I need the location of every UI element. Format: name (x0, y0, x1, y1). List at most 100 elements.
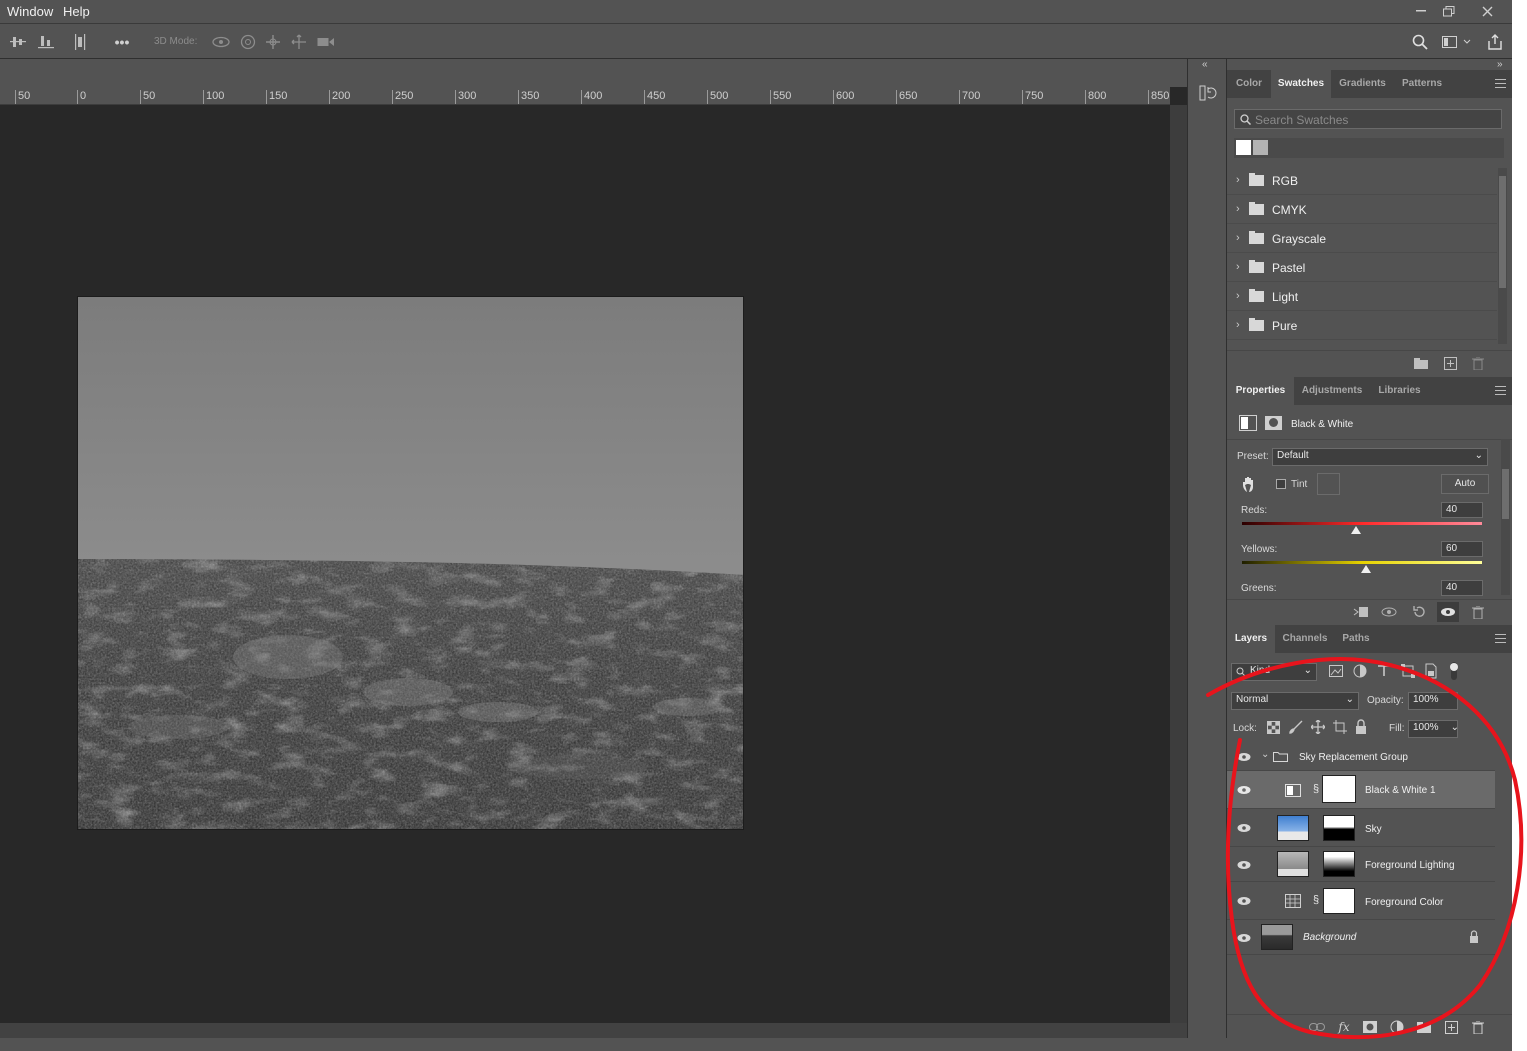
clip-to-layer-icon[interactable] (1353, 604, 1369, 620)
slider-value-field[interactable]: 60 (1441, 541, 1483, 557)
tab-paths[interactable]: Paths (1335, 625, 1377, 653)
visibility-eye-icon[interactable] (1237, 785, 1251, 795)
lock-all-icon[interactable] (1355, 719, 1367, 734)
tab-gradients[interactable]: Gradients (1331, 70, 1394, 98)
lock-image-pixels-icon[interactable] (1289, 720, 1303, 734)
align-bottom-edges-icon[interactable] (36, 32, 56, 52)
layers-panel-menu-icon[interactable] (1495, 634, 1506, 643)
camera-3d-icon[interactable] (316, 32, 336, 52)
more-options-button[interactable]: ••• (112, 32, 132, 52)
layer-row-selected[interactable]: § Black & White 1 (1227, 771, 1495, 809)
filter-pixel-icon[interactable] (1329, 665, 1343, 677)
new-group-icon[interactable] (1413, 355, 1429, 371)
layer-row[interactable]: Sky (1227, 809, 1495, 847)
layer-thumbnail-sky[interactable] (1277, 815, 1309, 841)
tab-adjustments[interactable]: Adjustments (1294, 377, 1370, 405)
chevron-down-icon[interactable]: ⌄ (1261, 749, 1269, 760)
canvas-image[interactable] (77, 296, 744, 830)
opacity-field[interactable]: 100% (1408, 692, 1458, 710)
tint-checkbox[interactable] (1276, 479, 1286, 489)
layer-row[interactable]: Foreground Lighting (1227, 847, 1495, 882)
tab-layers[interactable]: Layers (1227, 625, 1275, 653)
new-layer-icon[interactable] (1443, 1019, 1459, 1035)
expand-arrows-icon[interactable]: » (1497, 59, 1503, 70)
menu-window[interactable]: Window (7, 4, 53, 19)
swatches-scrollbar[interactable] (1498, 168, 1507, 344)
visibility-eye-icon[interactable] (1237, 752, 1251, 762)
tab-color[interactable]: Color (1227, 70, 1271, 98)
link-layers-icon[interactable] (1309, 1019, 1325, 1035)
tint-color-swatch[interactable] (1317, 473, 1340, 495)
slider-value-field[interactable]: 40 (1441, 502, 1483, 518)
visibility-eye-icon[interactable] (1237, 933, 1251, 943)
tab-properties[interactable]: Properties (1227, 377, 1294, 405)
swatches-search-input[interactable]: Search Swatches (1234, 109, 1502, 129)
tab-channels[interactable]: Channels (1275, 625, 1335, 653)
workspace-switcher-icon[interactable] (1440, 32, 1474, 52)
link-icon[interactable]: § (1313, 783, 1319, 795)
filter-smart-object-icon[interactable] (1425, 663, 1439, 679)
slider-track[interactable] (1242, 561, 1482, 564)
lock-transparent-pixels-icon[interactable] (1267, 721, 1280, 734)
delete-layer-icon[interactable] (1470, 1019, 1486, 1035)
collapse-arrows-icon[interactable]: « (1202, 59, 1208, 70)
mask-icon[interactable] (1265, 416, 1282, 430)
filter-shape-icon[interactable] (1401, 664, 1415, 678)
filter-adjustment-icon[interactable] (1353, 664, 1367, 678)
layer-mask-thumbnail[interactable] (1323, 888, 1355, 914)
view-previous-state-icon[interactable] (1381, 604, 1397, 620)
properties-scrollbar[interactable] (1501, 439, 1510, 595)
new-group-icon[interactable] (1416, 1019, 1432, 1035)
minimize-button[interactable] (1406, 0, 1436, 22)
horizontal-scrollbar[interactable] (0, 1023, 1187, 1038)
fill-field[interactable]: 100% ⌄ (1408, 720, 1459, 738)
auto-button[interactable]: Auto (1441, 474, 1489, 494)
layer-mask-thumbnail[interactable] (1323, 815, 1355, 841)
add-mask-icon[interactable] (1362, 1019, 1378, 1035)
filter-toggle-icon[interactable] (1449, 662, 1459, 680)
layer-thumbnail-background[interactable] (1261, 924, 1293, 950)
close-button[interactable] (1472, 0, 1502, 22)
distribute-icon[interactable] (70, 32, 90, 52)
share-icon[interactable] (1485, 32, 1505, 52)
search-icon[interactable] (1410, 32, 1430, 52)
visibility-eye-icon[interactable] (1237, 860, 1251, 870)
properties-panel-menu-icon[interactable] (1495, 386, 1506, 395)
layer-row[interactable]: § Foreground Color (1227, 882, 1495, 920)
vertical-scrollbar[interactable] (1170, 105, 1187, 1023)
new-swatch-icon[interactable] (1442, 355, 1458, 371)
toggle-visibility-icon[interactable] (1437, 602, 1459, 622)
folder-pure[interactable]: › Pure (1227, 311, 1497, 340)
reset-icon[interactable] (1411, 604, 1427, 620)
folder-cmyk[interactable]: › CMYK (1227, 195, 1497, 224)
tab-libraries[interactable]: Libraries (1370, 377, 1429, 405)
preset-dropdown[interactable]: Default ⌄ (1272, 448, 1488, 466)
blend-mode-dropdown[interactable]: Normal ⌄ (1231, 692, 1359, 710)
filter-type-icon[interactable] (1377, 665, 1391, 677)
visibility-eye-icon[interactable] (1237, 823, 1251, 833)
layer-mask-thumbnail[interactable] (1322, 775, 1356, 803)
slide-3d-icon[interactable] (289, 32, 309, 52)
layer-row-background[interactable]: Background (1227, 920, 1495, 955)
targeted-adjustment-hand-icon[interactable] (1240, 474, 1258, 494)
layer-style-fx-icon[interactable]: fx (1336, 1019, 1352, 1035)
align-vertical-centers-icon[interactable] (8, 32, 28, 52)
new-adjustment-layer-icon[interactable] (1389, 1019, 1405, 1035)
folder-pastel[interactable]: › Pastel (1227, 253, 1497, 282)
delete-icon[interactable] (1470, 355, 1486, 371)
link-icon[interactable]: § (1313, 894, 1319, 906)
tab-swatches[interactable]: Swatches (1271, 70, 1331, 98)
layer-row-group[interactable]: ⌄ Sky Replacement Group (1227, 743, 1495, 771)
layer-mask-thumbnail[interactable] (1323, 851, 1355, 877)
slider-thumb[interactable] (1361, 565, 1372, 573)
visibility-eye-icon[interactable] (1237, 896, 1251, 906)
layer-thumbnail-lighting[interactable] (1277, 851, 1309, 877)
swatches-panel-menu-icon[interactable] (1495, 79, 1506, 88)
slider-track[interactable] (1242, 522, 1482, 525)
tab-patterns[interactable]: Patterns (1394, 70, 1450, 98)
recent-swatch-white[interactable] (1236, 140, 1251, 155)
filter-kind-dropdown[interactable]: Kind ⌄ (1231, 663, 1317, 681)
restore-button[interactable] (1434, 0, 1464, 22)
delete-icon[interactable] (1470, 604, 1486, 620)
slider-value-field[interactable]: 40 (1441, 580, 1483, 596)
